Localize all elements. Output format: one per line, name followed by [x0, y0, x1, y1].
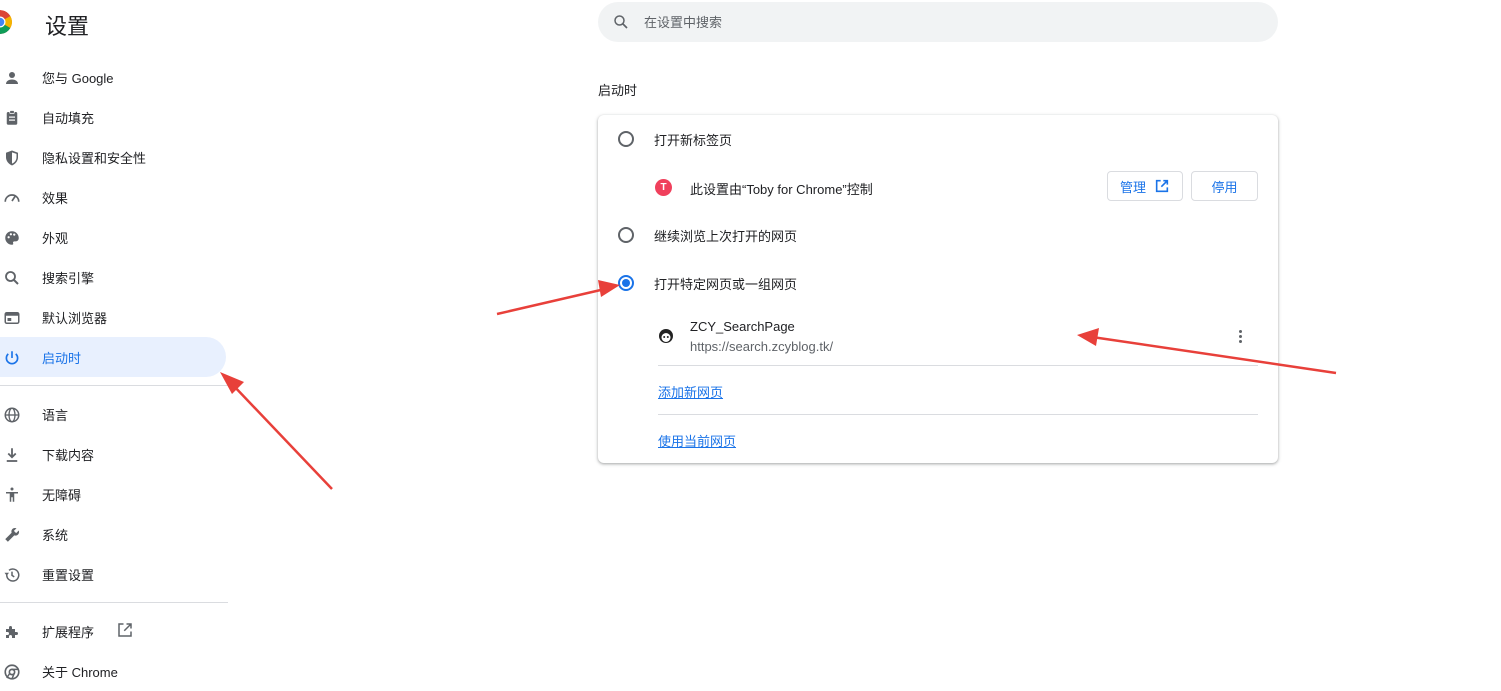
startup-page-entry: ZCY_SearchPage https://search.zcyblog.tk… — [598, 315, 1278, 365]
option-label: 打开新标签页 — [654, 132, 733, 148]
manage-button[interactable]: 管理 — [1107, 171, 1183, 201]
person-icon — [2, 68, 22, 88]
sidebar-item-appearance[interactable]: 外观 — [0, 217, 226, 257]
sidebar-item-label: 效果 — [42, 190, 69, 206]
sidebar-item-autofill[interactable]: 自动填充 — [0, 97, 226, 137]
sidebar-item-performance[interactable]: 效果 — [0, 177, 226, 217]
sidebar-item-search-engine[interactable]: 搜索引擎 — [0, 257, 226, 297]
sidebar-item-extensions[interactable]: 扩展程序 — [0, 611, 226, 651]
sidebar-item-label: 关于 Chrome — [42, 664, 118, 680]
browser-icon — [2, 308, 22, 328]
row-divider — [658, 414, 1258, 415]
search-icon — [612, 13, 630, 31]
annotation-arrow-startup-nav — [220, 372, 333, 490]
sidebar-item-label: 默认浏览器 — [42, 310, 108, 326]
page-title: 设置 — [45, 14, 90, 39]
radio-button[interactable] — [618, 227, 634, 243]
shield-icon — [2, 148, 22, 168]
site-name: ZCY_SearchPage — [690, 319, 795, 334]
option-continue[interactable]: 继续浏览上次打开的网页 — [598, 212, 1278, 258]
row-divider — [658, 365, 1258, 366]
sidebar-item-you-and-google[interactable]: 您与 Google — [0, 57, 226, 97]
sidebar-item-system[interactable]: 系统 — [0, 514, 226, 554]
settings-search-box[interactable] — [598, 2, 1278, 42]
sidebar-item-label: 扩展程序 — [42, 624, 95, 640]
option-specific-pages[interactable]: 打开特定网页或一组网页 — [598, 260, 1278, 306]
radio-button[interactable] — [618, 131, 634, 147]
sidebar-item-about-chrome[interactable]: 关于 Chrome — [0, 651, 226, 691]
sidebar-nav: 您与 Google 自动填充 隐私设置和安全性 效果 外观 搜索引擎 默认浏览器… — [0, 57, 228, 691]
sidebar-item-default-browser[interactable]: 默认浏览器 — [0, 297, 226, 337]
sidebar-divider — [0, 602, 228, 603]
disable-label: 停用 — [1211, 179, 1238, 195]
sidebar-item-label: 启动时 — [42, 350, 82, 366]
accessibility-icon — [2, 485, 22, 505]
palette-icon — [2, 228, 22, 248]
sidebar-item-label: 自动填充 — [42, 110, 95, 126]
sidebar-item-label: 隐私设置和安全性 — [42, 150, 147, 166]
wrench-icon — [2, 525, 22, 545]
chrome-logo-icon — [0, 10, 12, 34]
chrome-icon — [2, 662, 22, 682]
sidebar-item-accessibility[interactable]: 无障碍 — [0, 474, 226, 514]
disable-button[interactable]: 停用 — [1191, 171, 1258, 201]
startup-card: 打开新标签页 T 此设置由“Toby for Chrome”控制 管理 停用 继… — [598, 115, 1278, 463]
site-url: https://search.zcyblog.tk/ — [690, 339, 834, 354]
sidebar-item-on-startup[interactable]: 启动时 — [0, 337, 226, 377]
search-icon — [2, 268, 22, 288]
option-label: 打开特定网页或一组网页 — [654, 276, 798, 292]
use-current-pages-link[interactable]: 使用当前网页 — [658, 431, 736, 450]
more-actions-icon[interactable] — [1232, 328, 1248, 344]
sidebar-item-privacy[interactable]: 隐私设置和安全性 — [0, 137, 226, 177]
sidebar-item-label: 重置设置 — [42, 567, 95, 583]
sidebar-item-label: 您与 Google — [42, 70, 114, 86]
option-label: 继续浏览上次打开的网页 — [654, 228, 798, 244]
sidebar-item-label: 语言 — [42, 407, 69, 423]
sidebar-item-reset[interactable]: 重置设置 — [0, 554, 226, 594]
extension-policy-row: T 此设置由“Toby for Chrome”控制 管理 停用 — [598, 170, 1278, 204]
download-icon — [2, 445, 22, 465]
sidebar-divider — [0, 385, 228, 386]
power-icon — [2, 348, 22, 368]
section-title: 启动时 — [598, 83, 638, 98]
option-new-tab[interactable]: 打开新标签页 — [598, 116, 1278, 162]
open-in-new-icon — [1154, 178, 1170, 194]
site-favicon-icon — [658, 328, 674, 344]
sidebar-item-downloads[interactable]: 下载内容 — [0, 434, 226, 474]
speedometer-icon — [2, 188, 22, 208]
puzzle-icon — [2, 622, 22, 642]
sidebar-item-label: 外观 — [42, 230, 69, 246]
clipboard-icon — [2, 108, 22, 128]
sidebar-item-languages[interactable]: 语言 — [0, 394, 226, 434]
manage-label: 管理 — [1119, 179, 1146, 195]
open-in-new-icon — [116, 621, 134, 639]
policy-text: 此设置由“Toby for Chrome”控制 — [690, 182, 873, 197]
sidebar-item-label: 下载内容 — [42, 447, 95, 463]
globe-icon — [2, 405, 22, 425]
sidebar-item-label: 搜索引擎 — [42, 270, 95, 286]
add-new-page-link[interactable]: 添加新网页 — [658, 382, 723, 401]
history-icon — [2, 565, 22, 585]
sidebar-item-label: 系统 — [42, 527, 69, 543]
radio-button-checked[interactable] — [618, 275, 634, 291]
sidebar-item-label: 无障碍 — [42, 487, 82, 503]
toby-extension-icon: T — [655, 179, 672, 196]
search-input[interactable] — [642, 13, 1246, 31]
